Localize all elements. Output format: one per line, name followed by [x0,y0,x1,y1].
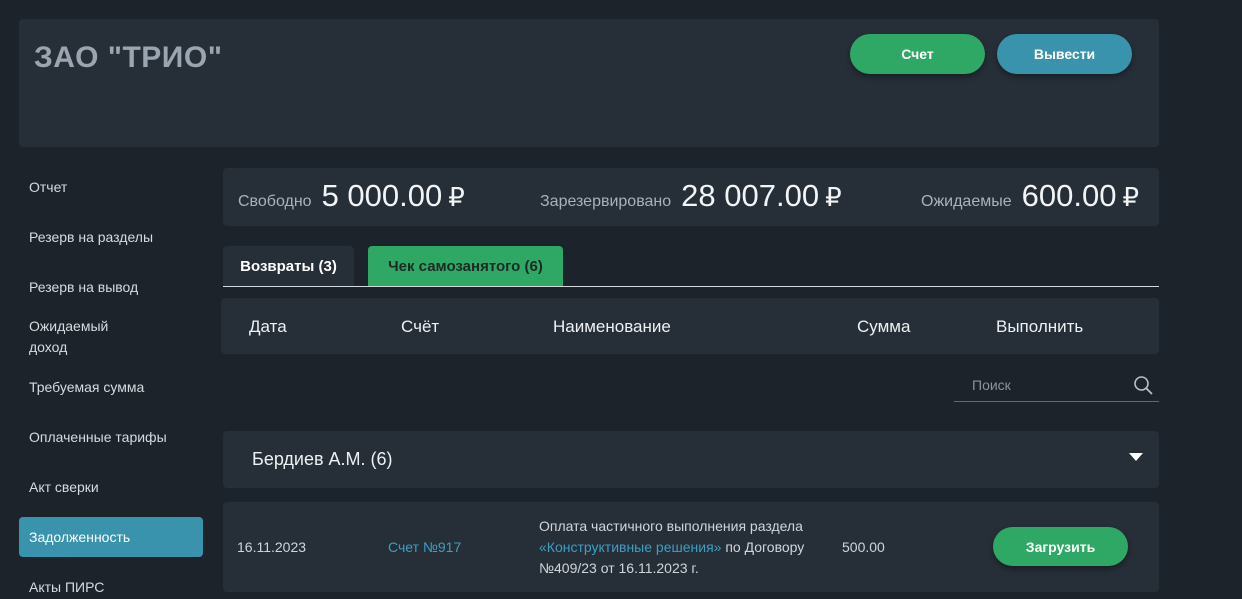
row-description: Оплата частичного выполнения раздела «Ко… [539,516,829,579]
sidebar-item-label: Ожидаемый [29,318,109,334]
column-name: Наименование [553,317,671,336]
sidebar-item-withdraw-reserve[interactable]: Резерв на вывод [19,277,203,298]
balance-reserved-value: 28 007.00 [681,178,820,213]
sidebar-item-report[interactable]: Отчет [19,177,203,198]
invoice-link[interactable]: Счет №917 [388,539,461,555]
tabs-divider [223,286,1159,287]
withdraw-button[interactable]: Вывести [997,34,1132,74]
balance-expected: Ожидаемые 600.00 ₽ [921,178,1139,214]
chevron-down-icon[interactable] [1129,453,1143,461]
row-date: 16.11.2023 [237,539,307,555]
sidebar-item-expected-income[interactable]: Ожидаемый доход [19,316,203,358]
tab-returns[interactable]: Возвраты (3) [223,246,354,286]
sidebar-item-pirs-acts[interactable]: Акты ПИРС [19,577,203,598]
ruble-icon: ₽ [1122,182,1139,212]
sidebar-item-reconciliation[interactable]: Акт сверки [19,477,203,498]
row-description-prefix: Оплата частичного выполнения раздела [539,518,803,534]
sidebar-item-required-amount[interactable]: Требуемая сумма [19,377,203,398]
balance-free-value: 5 000.00 [321,178,443,213]
column-invoice: Счёт [401,317,440,336]
column-amount: Сумма [857,317,911,336]
sidebar-item-debt[interactable]: Задолженность [19,517,203,557]
company-title: ЗАО "ТРИО" [34,41,223,74]
ruble-icon: ₽ [448,182,465,212]
table-row: 16.11.2023 Счет №917 Оплата частичного в… [223,502,1159,592]
search-box [954,368,1159,402]
sidebar-item-section-reserve[interactable]: Резерв на разделы [19,227,203,248]
row-description-suffix: №409/23 от 16.11.2023 г. [539,560,699,576]
balance-reserved-label: Зарезервировано [540,193,672,210]
contractor-group-header[interactable]: Бердиев А.М. (6) [223,431,1159,488]
tab-self-employed-receipt[interactable]: Чек самозанятого (6) [368,246,563,286]
balances-panel: Свободно 5 000.00 ₽ Зарезервировано 28 0… [223,168,1159,226]
balance-free-label: Свободно [238,193,312,210]
row-amount: 500.00 [842,539,885,555]
balance-expected-label: Ожидаемые [921,193,1012,210]
column-date: Дата [249,317,287,336]
upload-button[interactable]: Загрузить [993,527,1128,566]
balance-free: Свободно 5 000.00 ₽ [238,178,465,214]
ruble-icon: ₽ [825,182,842,212]
sidebar-item-paid-tariffs[interactable]: Оплаченные тарифы [19,427,203,448]
sidebar-item-label: доход [29,339,68,355]
section-link[interactable]: «Конструктивные решения» [539,539,721,555]
search-icon[interactable] [1133,375,1153,395]
company-header: ЗАО "ТРИО" Счет Вывести [19,19,1159,147]
balance-reserved: Зарезервировано 28 007.00 ₽ [540,178,842,214]
column-action: Выполнить [996,317,1084,336]
contractor-group-title: Бердиев А.М. (6) [252,449,393,469]
table-header: Дата Счёт Наименование Сумма Выполнить [221,298,1159,354]
search-input[interactable] [954,374,1124,396]
invoice-button[interactable]: Счет [850,34,985,74]
row-description-middle: по Договору [725,539,805,555]
balance-expected-value: 600.00 [1021,178,1117,213]
